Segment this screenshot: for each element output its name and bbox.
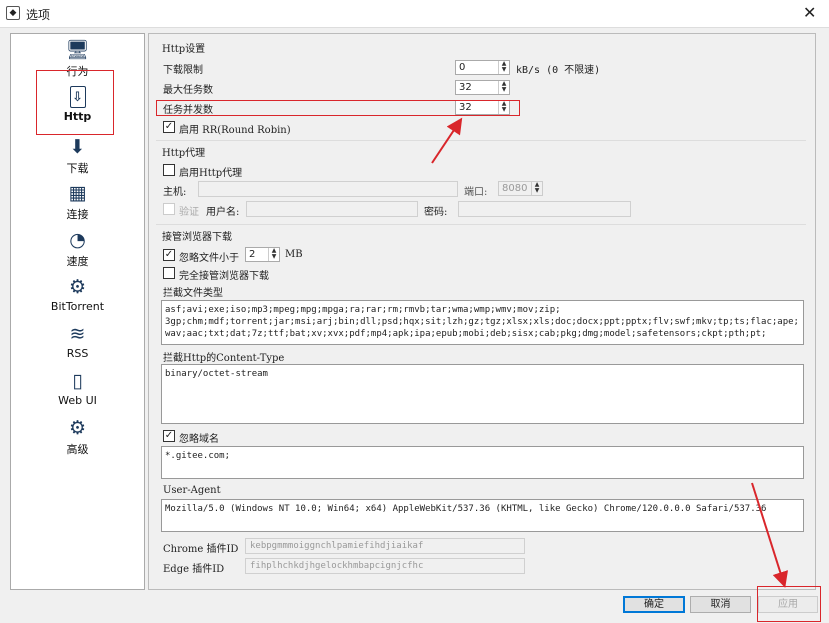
arrow-to-apply — [751, 482, 789, 588]
arrow-to-concurrency — [431, 117, 463, 164]
annotation-arrows — [431, 117, 789, 588]
